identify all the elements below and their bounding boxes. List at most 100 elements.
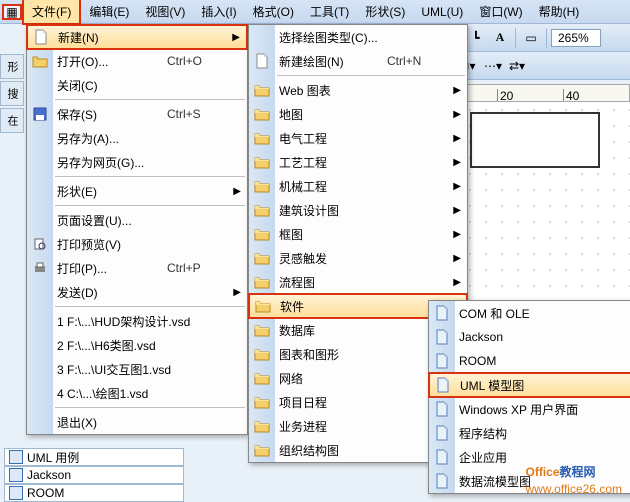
stencil-item[interactable]: ROOM: [4, 484, 184, 502]
save-icon: [31, 105, 49, 123]
blank-icon: [31, 129, 49, 147]
blank-icon: [31, 153, 49, 171]
zoom-field[interactable]: 265%: [551, 29, 601, 47]
menu-item-label: 发送(D): [57, 284, 227, 301]
side-tabs: 形 搜 在: [0, 52, 24, 502]
blank-icon: [31, 384, 49, 402]
menu-item-label: Windows XP 用户界面: [459, 401, 627, 418]
new-icon: [32, 28, 50, 46]
shape-rect[interactable]: [470, 112, 600, 168]
menu-item[interactable]: 2 F:\...\H6类图.vsd: [27, 333, 247, 357]
menu-item-label: ROOM: [459, 354, 627, 368]
folder-icon: [253, 129, 271, 147]
doc-icon: [433, 304, 451, 322]
submenu-arrow-icon: ▶: [453, 85, 461, 96]
menu-item[interactable]: 地图▶: [249, 102, 467, 126]
folder-icon: [253, 393, 271, 411]
folder-icon: [253, 441, 271, 459]
folder-icon: [253, 177, 271, 195]
menu-item[interactable]: 机械工程▶: [249, 174, 467, 198]
menu-item[interactable]: ROOM: [429, 349, 630, 373]
submenu-arrow-icon: ▶: [453, 181, 461, 192]
menu-item-label: 地图: [279, 106, 447, 123]
menu-item-label: 建筑设计图: [279, 202, 447, 219]
menu-window[interactable]: 窗口(W): [471, 0, 530, 23]
menu-item[interactable]: 页面设置(U)...: [27, 208, 247, 232]
menu-item[interactable]: Jackson: [429, 325, 630, 349]
folder-icon: [253, 369, 271, 387]
menu-view[interactable]: 视图(V): [137, 0, 193, 23]
menu-item[interactable]: 形状(E)▶: [27, 179, 247, 203]
menu-item[interactable]: 流程图 ▶: [249, 270, 467, 294]
blank-icon: [31, 76, 49, 94]
menu-item[interactable]: 框图▶: [249, 222, 467, 246]
menu-item[interactable]: 选择绘图类型(C)...: [249, 25, 467, 49]
menu-item-label: 流程图: [279, 274, 447, 291]
side-tab-search[interactable]: 搜: [0, 81, 24, 106]
menu-item[interactable]: 灵感触发▶: [249, 246, 467, 270]
rect-icon[interactable]: ▭: [520, 27, 542, 49]
menu-format[interactable]: 格式(O): [245, 0, 302, 23]
menu-item-label: 4 C:\...\绘图1.vsd: [57, 385, 227, 402]
menu-shape[interactable]: 形状(S): [357, 0, 413, 23]
arrow-style-icon[interactable]: ⇄▾: [506, 55, 528, 77]
menu-item[interactable]: 打开(O)...Ctrl+O: [27, 49, 247, 73]
menu-edit[interactable]: 编辑(E): [81, 0, 137, 23]
menu-help[interactable]: 帮助(H): [531, 0, 588, 23]
stencil-item[interactable]: UML 用例: [4, 448, 184, 466]
connector-icon[interactable]: ┗: [465, 27, 487, 49]
menu-item-label: 框图: [279, 226, 447, 243]
menu-item[interactable]: COM 和 OLE: [429, 301, 630, 325]
menu-file[interactable]: 文件(F): [22, 0, 81, 25]
open-icon: [31, 52, 49, 70]
menu-item[interactable]: 关闭(C): [27, 73, 247, 97]
menu-item[interactable]: 打印(P)...Ctrl+P: [27, 256, 247, 280]
watermark: Office教程网 www.office26.com: [526, 456, 623, 496]
menu-item[interactable]: 发送(D)▶: [27, 280, 247, 304]
menu-item[interactable]: 建筑设计图▶: [249, 198, 467, 222]
menu-item[interactable]: 4 C:\...\绘图1.vsd: [27, 381, 247, 405]
menu-item[interactable]: 保存(S)Ctrl+S: [27, 102, 247, 126]
submenu-arrow-icon: ▶: [453, 133, 461, 144]
menu-item[interactable]: Windows XP 用户界面: [429, 397, 630, 421]
menu-item-label: 形状(E): [57, 183, 227, 200]
doc-icon: [433, 400, 451, 418]
side-tab-at[interactable]: 在: [0, 108, 24, 133]
menu-item-label: 退出(X): [57, 414, 227, 431]
menu-item[interactable]: 新建绘图(N)Ctrl+N: [249, 49, 467, 73]
submenu-arrow-icon: ▶: [453, 157, 461, 168]
blank-icon: [31, 312, 49, 330]
menu-uml[interactable]: UML(U): [413, 2, 471, 22]
menu-item[interactable]: Web 图表▶: [249, 78, 467, 102]
doc-icon: [433, 352, 451, 370]
stencil-list: UML 用例 Jackson ROOM: [4, 448, 184, 502]
submenu-arrow-icon: ▶: [453, 277, 461, 288]
submenu-arrow-icon: ▶: [453, 253, 461, 264]
line-style-icon[interactable]: ⋯▾: [482, 55, 504, 77]
menu-tools[interactable]: 工具(T): [302, 0, 357, 23]
stencil-icon: [9, 486, 23, 500]
text-icon[interactable]: A: [489, 27, 511, 49]
menu-item[interactable]: 打印预览(V): [27, 232, 247, 256]
menu-item-shortcut: Ctrl+P: [167, 261, 227, 275]
menu-item[interactable]: 退出(X): [27, 410, 247, 434]
menu-item[interactable]: 另存为网页(G)...: [27, 150, 247, 174]
blank-icon: [31, 413, 49, 431]
stencil-item[interactable]: Jackson: [4, 466, 184, 484]
menu-item[interactable]: 新建(N)▶: [27, 25, 247, 49]
menu-item[interactable]: 3 F:\...\UI交互图1.vsd: [27, 357, 247, 381]
blank-icon: [31, 182, 49, 200]
menu-item[interactable]: 另存为(A)...: [27, 126, 247, 150]
menu-item-label: COM 和 OLE: [459, 305, 627, 322]
menu-item[interactable]: 工艺工程▶: [249, 150, 467, 174]
menu-item[interactable]: 电气工程▶: [249, 126, 467, 150]
menu-item[interactable]: 1 F:\...\HUD架构设计.vsd: [27, 309, 247, 333]
blank-icon: [31, 283, 49, 301]
menu-item[interactable]: UML 模型图: [429, 373, 630, 397]
doc-icon: [433, 424, 451, 442]
menu-item[interactable]: 程序结构: [429, 421, 630, 445]
menu-item-label: 业务进程: [279, 418, 447, 435]
side-tab-shapes[interactable]: 形: [0, 54, 24, 79]
menu-item-label: 另存为网页(G)...: [57, 154, 227, 171]
menu-insert[interactable]: 插入(I): [193, 0, 244, 23]
